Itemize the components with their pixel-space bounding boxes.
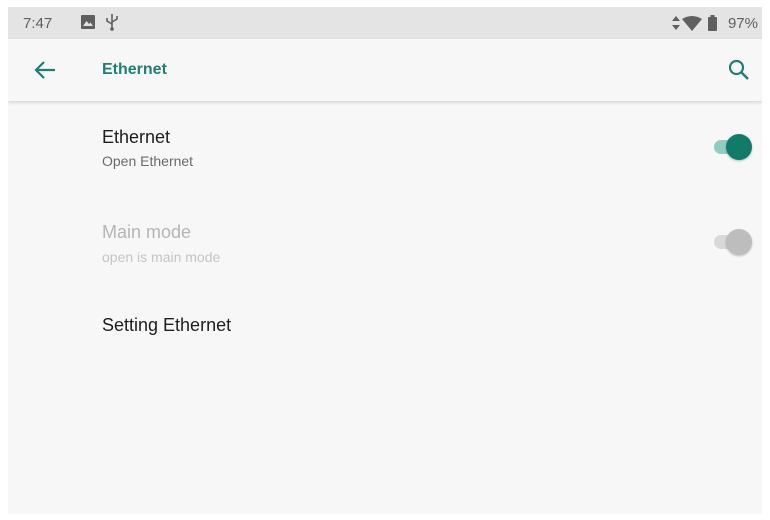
main-mode-toggle-thumb (726, 229, 752, 255)
setting-ethernet-title: Setting Ethernet (102, 315, 232, 335)
wifi-icon (682, 16, 702, 35)
search-button[interactable] (724, 55, 754, 85)
image-icon (81, 15, 95, 33)
ethernet-toggle-thumb (726, 134, 752, 160)
battery-percent: 97% (727, 15, 758, 32)
search-icon (724, 59, 754, 89)
main-mode-setting-row: Main mode open is main mode (8, 199, 762, 295)
ethernet-toggle[interactable] (710, 133, 754, 161)
status-time: 7:47 (23, 15, 53, 32)
arrow-back-icon (30, 61, 60, 89)
status-bar: 7:47 97% (8, 7, 762, 39)
setting-ethernet-row[interactable]: Setting Ethernet (8, 295, 762, 367)
page-title: Ethernet (102, 61, 167, 78)
settings-screen: 7:47 97% Ethernet Ethernet Open Ethernet… (8, 7, 762, 514)
ethernet-subtitle: Open Ethernet (102, 153, 194, 169)
app-bar: Ethernet (8, 39, 762, 101)
ethernet-setting-row[interactable]: Ethernet Open Ethernet (8, 103, 762, 199)
data-arrows-icon (672, 16, 680, 34)
main-mode-title: Main mode (102, 222, 192, 242)
main-mode-subtitle: open is main mode (102, 249, 221, 265)
ethernet-title: Ethernet (102, 127, 171, 147)
battery-icon (708, 15, 717, 35)
back-button[interactable] (30, 55, 60, 85)
main-mode-toggle (710, 228, 754, 256)
usb-icon (105, 13, 119, 35)
